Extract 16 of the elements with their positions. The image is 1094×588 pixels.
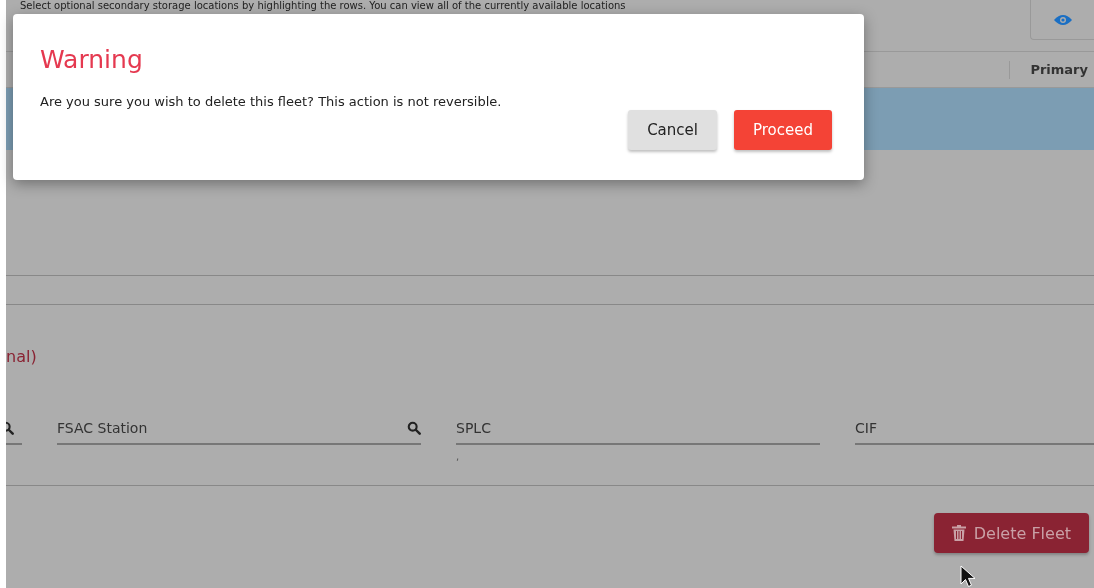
input-field[interactable]: CIF — [855, 415, 1094, 445]
column-header: Primary — [1009, 60, 1094, 79]
search-icon — [407, 421, 421, 435]
dialog-title: Warning — [40, 44, 143, 76]
trash-icon — [951, 525, 966, 541]
proceed-button[interactable]: Proceed — [733, 110, 832, 150]
instruction-text: Select optional secondary storage locations by highlighting the rows. You can view all of the currently available locations — [19, 0, 626, 12]
section-title: nal) — [6, 347, 38, 368]
input-field[interactable]: SPLC — [456, 415, 820, 445]
field-hint: , — [456, 451, 461, 462]
delete-fleet-button[interactable]: Delete Fleet — [933, 513, 1089, 553]
dialog-message: Are you sure you wish to delete this fleet? This action is not reversible. — [40, 94, 502, 109]
eye-icon — [1053, 13, 1072, 26]
mouse-cursor-icon — [960, 565, 976, 588]
cancel-button[interactable]: Cancel — [628, 110, 717, 150]
search-field[interactable]: FSAC Station — [57, 415, 421, 445]
